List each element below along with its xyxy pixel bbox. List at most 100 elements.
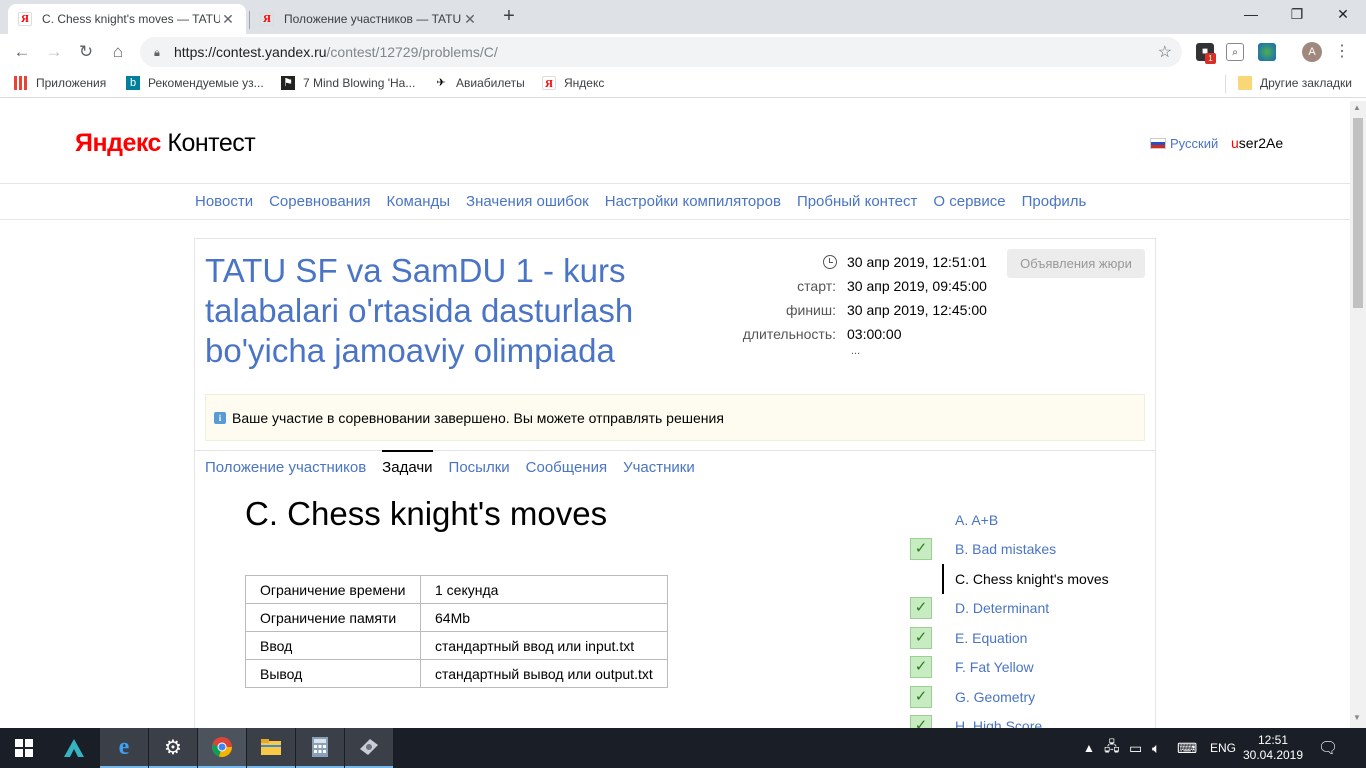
nav-error-codes[interactable]: Значения ошибок bbox=[466, 193, 589, 210]
tab-messages[interactable]: Сообщения bbox=[526, 459, 607, 476]
tab-strip: Я C. Chess knight's moves — TATU ✕ Я Пол… bbox=[0, 0, 1366, 34]
main-nav: Новости Соревнования Команды Значения ош… bbox=[195, 193, 1086, 210]
nav-competitions[interactable]: Соревнования bbox=[269, 193, 370, 210]
back-arrow-icon[interactable]: ← bbox=[10, 40, 34, 64]
limits-table: Ограничение времени 1 секунда Ограничение… bbox=[245, 575, 668, 688]
problem-item-d[interactable]: ✓ D. Determinant bbox=[907, 596, 1147, 620]
language-label: Русский bbox=[1170, 136, 1219, 151]
tabs-divider bbox=[195, 450, 1155, 451]
nav-profile[interactable]: Профиль bbox=[1022, 193, 1087, 210]
problem-link[interactable]: B. Bad mistakes bbox=[955, 541, 1056, 557]
tab-problems[interactable]: Задачи bbox=[382, 450, 433, 476]
bookmark-star-icon[interactable]: ☆ bbox=[1158, 42, 1172, 62]
internet-explorer-icon[interactable]: e bbox=[100, 728, 148, 768]
problem-item-h[interactable]: ✓ H. High Score bbox=[907, 714, 1147, 728]
browser-tab[interactable]: Я Положение участников — TATU ✕ bbox=[250, 4, 488, 34]
clock-area[interactable]: 12:51 30.04.2019 bbox=[1243, 728, 1303, 768]
duration-value: 03:00:00 bbox=[847, 326, 902, 342]
bookmark-yandex[interactable]: Я Яндекс bbox=[542, 76, 604, 90]
disk-tool-icon[interactable] bbox=[345, 728, 393, 768]
volume-icon[interactable]: 🔈︎ bbox=[1152, 728, 1160, 768]
address-bar[interactable]: 🔒︎ https://contest.yandex.ru/contest/127… bbox=[140, 37, 1182, 67]
nav-news[interactable]: Новости bbox=[195, 193, 253, 210]
user-name[interactable]: user2Ae bbox=[1231, 135, 1283, 151]
contest-title[interactable]: TATU SF va SamDU 1 - kurs talabalari o'r… bbox=[205, 251, 685, 371]
bookmark-apps[interactable]: Приложения bbox=[14, 76, 106, 90]
tab-submissions[interactable]: Посылки bbox=[449, 459, 510, 476]
check-icon: ✓ bbox=[910, 538, 932, 560]
check-icon: ✓ bbox=[910, 656, 932, 678]
input-language[interactable]: ENG bbox=[1210, 728, 1236, 768]
other-bookmarks[interactable]: Другие закладки bbox=[1238, 76, 1352, 90]
scroll-up-icon[interactable]: ▲ bbox=[1353, 103, 1361, 112]
file-explorer-icon[interactable] bbox=[247, 728, 295, 768]
notice-text: Ваше участие в соревновании завершено. В… bbox=[232, 409, 724, 426]
search-extension-icon[interactable]: ⌕ bbox=[1226, 43, 1244, 61]
table-row: Ограничение памяти 64Mb bbox=[245, 603, 668, 632]
more-ellipsis[interactable]: ... bbox=[851, 345, 860, 357]
restore-button[interactable]: ❐ bbox=[1274, 0, 1320, 30]
settings-gear-icon[interactable]: ⚙ bbox=[149, 728, 197, 768]
bookmark-avia[interactable]: ✈ Авиабилеты bbox=[434, 76, 524, 90]
contest-tabs: Положение участников Задачи Посылки Сооб… bbox=[205, 450, 695, 476]
tab-standings[interactable]: Положение участников bbox=[205, 459, 366, 476]
scrollbar-thumb[interactable] bbox=[1353, 118, 1363, 308]
home-icon[interactable]: ⌂ bbox=[106, 40, 130, 64]
bookmark-7-mind[interactable]: ⚑ 7 Mind Blowing 'Ha... bbox=[281, 76, 415, 90]
language-switcher[interactable]: Русский bbox=[1150, 136, 1218, 151]
new-tab-button[interactable]: + bbox=[498, 5, 520, 27]
problem-link[interactable]: E. Equation bbox=[955, 630, 1027, 646]
autodesk-app-icon[interactable] bbox=[50, 728, 98, 768]
chrome-taskbar-icon[interactable] bbox=[198, 728, 246, 768]
bookmarks-divider bbox=[1225, 75, 1226, 93]
url-host: https://contest.yandex.ru bbox=[174, 44, 327, 60]
problem-link[interactable]: D. Determinant bbox=[955, 600, 1049, 616]
browser-tab-active[interactable]: Я C. Chess knight's moves — TATU ✕ bbox=[8, 4, 246, 34]
bookmark-recommended[interactable]: b Рекомендуемые уз... bbox=[126, 76, 264, 90]
keyboard-icon[interactable]: ⌨ bbox=[1177, 728, 1197, 768]
bing-icon: b bbox=[126, 76, 140, 90]
problem-item-a[interactable]: A. A+B bbox=[907, 508, 1147, 532]
battery-icon[interactable]: ▭ bbox=[1129, 728, 1142, 768]
page-scrollbar[interactable]: ▲ ▼ bbox=[1350, 101, 1366, 728]
calculator-icon[interactable] bbox=[296, 728, 344, 768]
problem-item-g[interactable]: ✓ G. Geometry bbox=[907, 685, 1147, 709]
problem-link[interactable]: G. Geometry bbox=[955, 689, 1035, 705]
jury-announcements-button[interactable]: Объявления жюри bbox=[1007, 249, 1145, 278]
problem-item-e[interactable]: ✓ E. Equation bbox=[907, 626, 1147, 650]
problem-item-f[interactable]: ✓ F. Fat Yellow bbox=[907, 655, 1147, 679]
minimize-button[interactable]: — bbox=[1228, 0, 1274, 30]
problem-item-b[interactable]: ✓ B. Bad mistakes bbox=[907, 537, 1147, 561]
site-logo[interactable]: Яндекс Контест bbox=[75, 129, 256, 158]
nav-about[interactable]: О сервисе bbox=[933, 193, 1005, 210]
nav-trial-contest[interactable]: Пробный контест bbox=[797, 193, 917, 210]
network-icon[interactable]: 🖧︎ bbox=[1104, 728, 1120, 768]
globe-extension-icon[interactable] bbox=[1258, 43, 1276, 61]
tab-close-icon[interactable]: ✕ bbox=[220, 11, 236, 28]
reload-icon[interactable]: ↻ bbox=[74, 40, 98, 64]
start-windows-icon[interactable] bbox=[0, 728, 48, 768]
problem-link[interactable]: C. Chess knight's moves bbox=[955, 571, 1109, 587]
problem-link[interactable]: H. High Score bbox=[955, 718, 1042, 728]
tab-close-icon[interactable]: ✕ bbox=[462, 11, 478, 28]
nav-teams[interactable]: Команды bbox=[386, 193, 450, 210]
header-divider bbox=[0, 183, 1350, 184]
problem-link[interactable]: F. Fat Yellow bbox=[955, 659, 1034, 675]
forward-arrow-icon[interactable]: → bbox=[42, 40, 66, 64]
scroll-down-icon[interactable]: ▼ bbox=[1353, 713, 1361, 722]
username-rest: ser2Ae bbox=[1238, 135, 1284, 151]
bookmarks-bar: Приложения b Рекомендуемые уз... ⚑ 7 Min… bbox=[0, 70, 1366, 98]
profile-avatar[interactable]: A bbox=[1302, 42, 1322, 62]
nav-compiler-settings[interactable]: Настройки компиляторов bbox=[605, 193, 781, 210]
nav-divider bbox=[0, 219, 1350, 220]
bookmark-label: 7 Mind Blowing 'Ha... bbox=[303, 76, 416, 90]
show-hidden-icons[interactable]: ▲ bbox=[1083, 728, 1095, 768]
notifications-icon[interactable]: 🗨︎ bbox=[1318, 728, 1338, 768]
kebab-menu-icon[interactable]: ⋮ bbox=[1334, 42, 1350, 62]
window-close-button[interactable]: ✕ bbox=[1320, 0, 1366, 30]
problem-link[interactable]: A. A+B bbox=[955, 512, 998, 528]
tab-participants[interactable]: Участники bbox=[623, 459, 695, 476]
problem-item-c[interactable]: C. Chess knight's moves bbox=[907, 564, 1147, 594]
check-icon: ✓ bbox=[910, 627, 932, 649]
yandex-favicon-icon: Я bbox=[260, 12, 274, 26]
